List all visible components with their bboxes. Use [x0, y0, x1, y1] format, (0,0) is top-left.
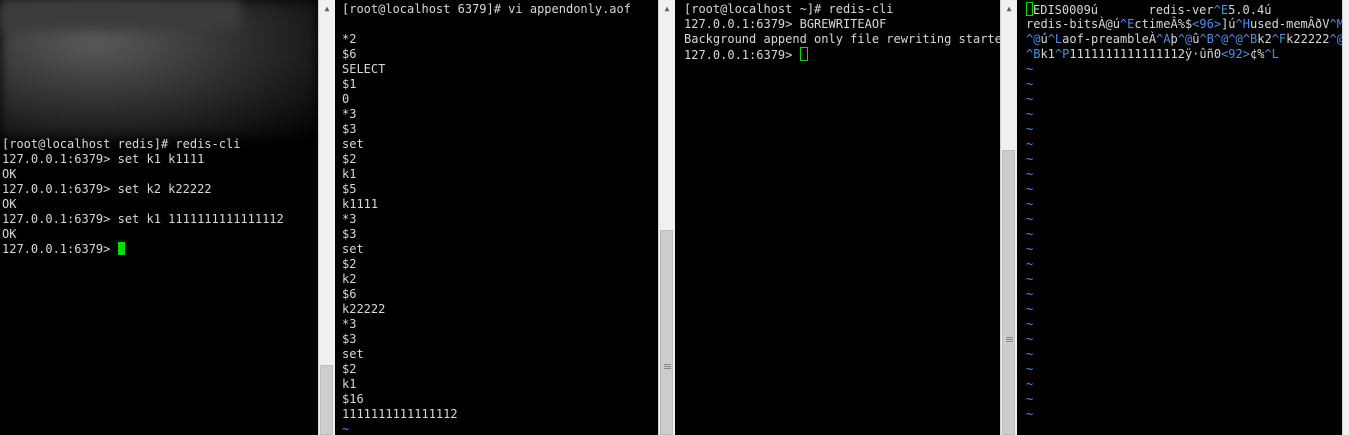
- vi-tilde-line: ~: [1026, 167, 1034, 181]
- terminal-line: $2: [342, 362, 357, 376]
- terminal-line: [root@localhost redis]# redis-cli: [2, 137, 241, 151]
- terminal-line: *3: [342, 317, 357, 331]
- terminal-pane-4[interactable]: EDIS0009ú redis-ver^E5.0.4ú redis-bitsÀ@…: [1024, 0, 1342, 435]
- vi-tilde-line: ~: [1026, 377, 1034, 391]
- vi-tilde-line: ~: [342, 422, 350, 435]
- terminal-line: k1: [342, 377, 357, 391]
- vi-tilde-line: ~: [1026, 182, 1034, 196]
- terminal-prompt-line[interactable]: 127.0.0.1:6379>: [682, 47, 1000, 62]
- vi-tilde-line: ~: [1026, 227, 1034, 241]
- vi-tilde-line: ~: [1026, 407, 1034, 421]
- terminal-line: $2: [342, 152, 357, 166]
- terminal-line: set: [342, 347, 364, 361]
- terminal-line: OK: [2, 197, 17, 211]
- scrollbar-thumb[interactable]: [1002, 150, 1015, 435]
- vi-content-line: redis-bitsÀ@ú^EctimeÂ%$<96>]ú^Hused-memÂ…: [1026, 17, 1342, 31]
- vi-tilde-line: ~: [1026, 107, 1034, 121]
- prompt-text: 127.0.0.1:6379>: [684, 48, 800, 62]
- terminal-line: $6: [342, 287, 357, 301]
- terminal-line: *3: [342, 212, 357, 226]
- terminal-line: $5: [342, 182, 357, 196]
- vi-tilde-line: ~: [1026, 77, 1034, 91]
- terminal-line: $3: [342, 332, 357, 346]
- vi-tilde-line: ~: [1026, 392, 1034, 406]
- terminal-line: 1111111111111112: [342, 407, 458, 421]
- vi-tilde-line: ~: [1026, 92, 1034, 106]
- vi-tilde-line: ~: [1026, 362, 1034, 376]
- terminal-line: *2: [342, 32, 357, 46]
- terminal-line: $3: [342, 122, 357, 136]
- terminal-line: OK: [2, 167, 17, 181]
- terminal-line: Background append only file rewriting st…: [684, 32, 1000, 46]
- terminal-line: $3: [342, 227, 357, 241]
- vi-tilde-line: ~: [1026, 197, 1034, 211]
- terminal-line: $16: [342, 392, 364, 406]
- vi-tilde-line: ~: [1026, 257, 1034, 271]
- vi-tilde-line: ~: [1026, 122, 1034, 136]
- terminal-line: $6: [342, 47, 357, 61]
- scroll-up-arrow-icon[interactable]: ▲: [659, 0, 675, 16]
- vi-content-line: ^@ú^Laof-preambleÀ^Aþ^@û^B^@^@^Bk2^Fk222…: [1026, 32, 1342, 46]
- terminal-line: 127.0.0.1:6379> set k2 k22222: [2, 182, 212, 196]
- scrollbar-pane-4[interactable]: [1342, 0, 1349, 435]
- terminal-pane-1[interactable]: [root@localhost redis]# redis-cli 127.0.…: [0, 0, 318, 435]
- scroll-up-arrow-icon[interactable]: ▲: [1001, 0, 1017, 16]
- terminal-line: k22222: [342, 302, 386, 316]
- terminal-line: SELECT: [342, 62, 386, 76]
- terminal-line: *3: [342, 107, 357, 121]
- cursor: [799, 47, 808, 61]
- vi-tilde-line: ~: [1026, 302, 1034, 316]
- terminal-pane-3[interactable]: [root@localhost ~]# redis-cli 127.0.0.1:…: [682, 0, 1000, 435]
- scroll-up-arrow-icon[interactable]: ▲: [319, 0, 335, 16]
- vi-tilde-line: ~: [1026, 317, 1034, 331]
- terminal-line: 127.0.0.1:6379> set k1 k1111: [2, 152, 205, 166]
- vi-tilde-line: ~: [1026, 212, 1034, 226]
- prompt-text: 127.0.0.1:6379>: [2, 242, 118, 256]
- terminal-line: 127.0.0.1:6379> BGREWRITEAOF: [684, 17, 887, 31]
- vi-tilde-line: ~: [1026, 242, 1034, 256]
- terminal-pane-2[interactable]: [root@localhost 6379]# vi appendonly.aof…: [340, 0, 658, 435]
- vi-tilde-line: ~: [1026, 332, 1034, 346]
- vi-tilde-line: ~: [1026, 152, 1034, 166]
- scrollbar-pane-3[interactable]: ▲: [1000, 0, 1017, 435]
- scrollbar-pane-1[interactable]: ▲: [318, 0, 335, 435]
- terminal-line: k1: [342, 167, 357, 181]
- scrollbar-thumb[interactable]: [320, 365, 333, 435]
- vi-content-line: EDIS0009ú redis-ver^E5.0.4ú: [1024, 2, 1342, 17]
- terminal-line: set: [342, 137, 364, 151]
- terminal-line: set: [342, 242, 364, 256]
- vi-tilde-line: ~: [1026, 272, 1034, 286]
- terminal-line: 0: [342, 92, 350, 106]
- vi-tilde-line: ~: [1026, 137, 1034, 151]
- terminal-line: k2: [342, 272, 357, 286]
- terminal-line: OK: [2, 227, 17, 241]
- vi-tilde-line: ~: [1026, 287, 1034, 301]
- vi-content-line: ^Bk1^P1111111111111112ÿ·ûñ0<92>¢%^L: [1026, 47, 1279, 61]
- terminal-line: 127.0.0.1:6379> set k1 1111111111111112: [2, 212, 284, 226]
- vi-tilde-line: ~: [1026, 347, 1034, 361]
- terminal-line: $1: [342, 77, 357, 91]
- scrollbar-thumb[interactable]: [660, 230, 673, 435]
- terminal-prompt-line[interactable]: 127.0.0.1:6379>: [0, 242, 318, 257]
- vi-tilde-line: ~: [1026, 62, 1034, 76]
- scrollbar-pane-2[interactable]: ▲: [658, 0, 675, 435]
- cursor: [117, 242, 125, 255]
- redacted-area-top: [0, 0, 240, 30]
- terminal-line: [root@localhost ~]# redis-cli: [684, 2, 894, 16]
- terminal-line: $2: [342, 257, 357, 271]
- terminal-line: k1111: [342, 197, 379, 211]
- cursor: [1026, 2, 1033, 16]
- terminal-line: [root@localhost 6379]# vi appendonly.aof: [342, 2, 631, 16]
